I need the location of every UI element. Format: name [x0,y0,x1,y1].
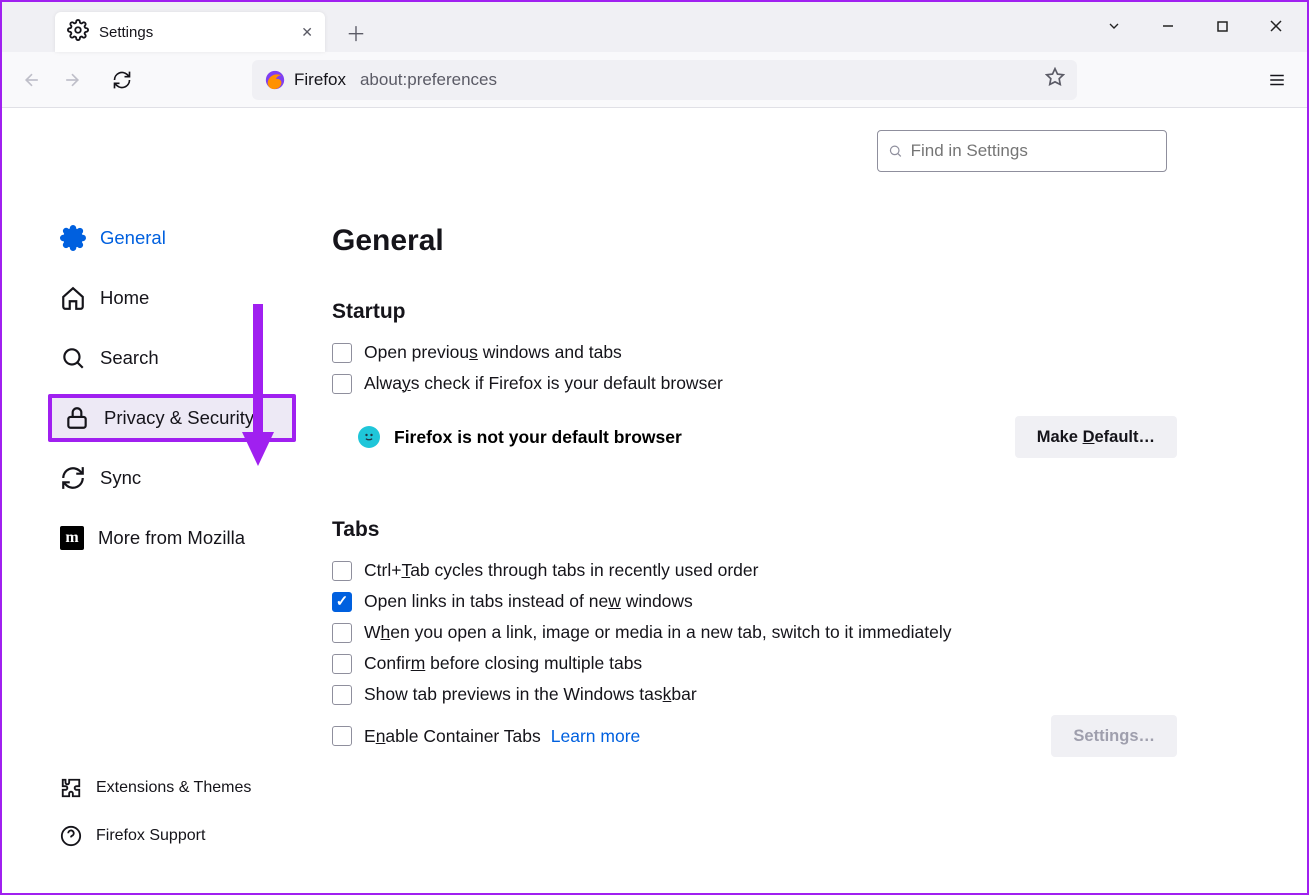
checkbox-switch-immediately[interactable]: When you open a link, image or media in … [332,622,1177,643]
sidebar-item-label: General [100,227,166,249]
checkbox-tab-previews[interactable]: Show tab previews in the Windows taskbar [332,684,1177,705]
checkbox-icon[interactable] [332,685,352,705]
mozilla-logo-icon: m [60,526,84,550]
checkbox-label: Enable Container Tabs [364,726,541,747]
identity-box[interactable]: Firefox [264,69,346,91]
section-tabs-heading: Tabs [332,518,1177,542]
checkbox-label: Confirm before closing multiple tabs [364,653,642,674]
main-panel: General Startup Open previous windows an… [302,108,1307,893]
sidebar-item-label: Extensions & Themes [96,779,251,797]
home-icon [60,285,86,311]
back-button[interactable] [12,60,52,100]
gear-icon [67,19,89,46]
settings-search-input[interactable] [911,141,1156,161]
sidebar-item-more-mozilla[interactable]: m More from Mozilla [48,514,296,562]
maximize-button[interactable] [1195,6,1249,46]
checkbox-label: Show tab previews in the Windows taskbar [364,684,697,705]
sync-icon [60,465,86,491]
checkbox-label: Open previous windows and tabs [364,342,622,363]
checkbox-icon[interactable] [332,623,352,643]
gear-icon [60,225,86,251]
checkbox-icon[interactable] [332,343,352,363]
checkbox-label: Ctrl+Tab cycles through tabs in recently… [364,560,758,581]
sidebar-item-label: Privacy & Security [104,407,254,429]
checkbox-icon[interactable] [332,726,352,746]
new-tab-button[interactable]: ＋ [341,17,371,47]
checkbox-icon[interactable] [332,561,352,581]
content-area: General Home Search Privacy & Security S… [2,108,1307,893]
checkbox-icon[interactable] [332,374,352,394]
reload-button[interactable] [102,60,142,100]
sidebar-item-label: Home [100,287,149,309]
window-controls [1087,6,1303,46]
close-window-button[interactable] [1249,6,1303,46]
sidebar-item-support[interactable]: Firefox Support [48,815,296,857]
checkbox-open-previous[interactable]: Open previous windows and tabs [332,342,1177,363]
search-icon [888,143,903,159]
checkbox-confirm-close[interactable]: Confirm before closing multiple tabs [332,653,1177,674]
sidebar-item-general[interactable]: General [48,214,296,262]
page-title: General [332,224,1177,258]
section-startup-heading: Startup [332,300,1177,324]
bookmark-star-icon[interactable] [1045,67,1065,92]
checkbox-open-links-tabs[interactable]: Open links in tabs instead of new window… [332,591,1177,612]
checkbox-label: When you open a link, image or media in … [364,622,952,643]
help-icon [60,825,82,847]
checkbox-ctrl-tab[interactable]: Ctrl+Tab cycles through tabs in recently… [332,560,1177,581]
make-default-button[interactable]: Make Default… [1015,416,1177,458]
checkbox-container-tabs-row: Enable Container Tabs Learn more Setting… [332,715,1177,757]
puzzle-icon [60,777,82,799]
learn-more-link[interactable]: Learn more [551,726,641,747]
browser-tab[interactable]: Settings ✕ [55,12,325,52]
sidebar-item-sync[interactable]: Sync [48,454,296,502]
not-default-message: Firefox is not your default browser [332,426,682,448]
sidebar-item-privacy-security[interactable]: Privacy & Security [48,394,296,442]
sidebar-item-label: Sync [100,467,141,489]
sidebar-item-home[interactable]: Home [48,274,296,322]
sidebar-item-search[interactable]: Search [48,334,296,382]
minimize-button[interactable] [1141,6,1195,46]
checkbox-label: Open links in tabs instead of new window… [364,591,693,612]
url-text: about:preferences [360,70,497,90]
sidebar: General Home Search Privacy & Security S… [2,108,302,893]
checkbox-icon[interactable] [332,654,352,674]
close-tab-icon[interactable]: ✕ [301,24,313,41]
forward-button[interactable] [52,60,92,100]
sidebar-item-label: More from Mozilla [98,527,245,549]
lock-icon [64,405,90,431]
sidebar-item-label: Firefox Support [96,827,205,845]
sidebar-item-extensions[interactable]: Extensions & Themes [48,767,296,809]
alert-face-icon [358,426,380,448]
tab-title: Settings [99,24,301,41]
checkbox-always-check-default[interactable]: Always check if Firefox is your default … [332,373,1177,394]
checkbox-icon[interactable] [332,592,352,612]
identity-label: Firefox [294,70,346,90]
settings-search[interactable] [877,130,1167,172]
sidebar-item-label: Search [100,347,159,369]
nav-toolbar: Firefox about:preferences [2,52,1307,108]
container-settings-button[interactable]: Settings… [1051,715,1177,757]
chevron-down-icon[interactable] [1087,6,1141,46]
checkbox-label: Always check if Firefox is your default … [364,373,723,394]
tab-strip: Settings ✕ ＋ [2,2,1307,52]
app-menu-button[interactable] [1257,60,1297,100]
url-bar[interactable]: Firefox about:preferences [252,60,1077,100]
firefox-logo-icon [264,69,286,91]
search-icon [60,345,86,371]
